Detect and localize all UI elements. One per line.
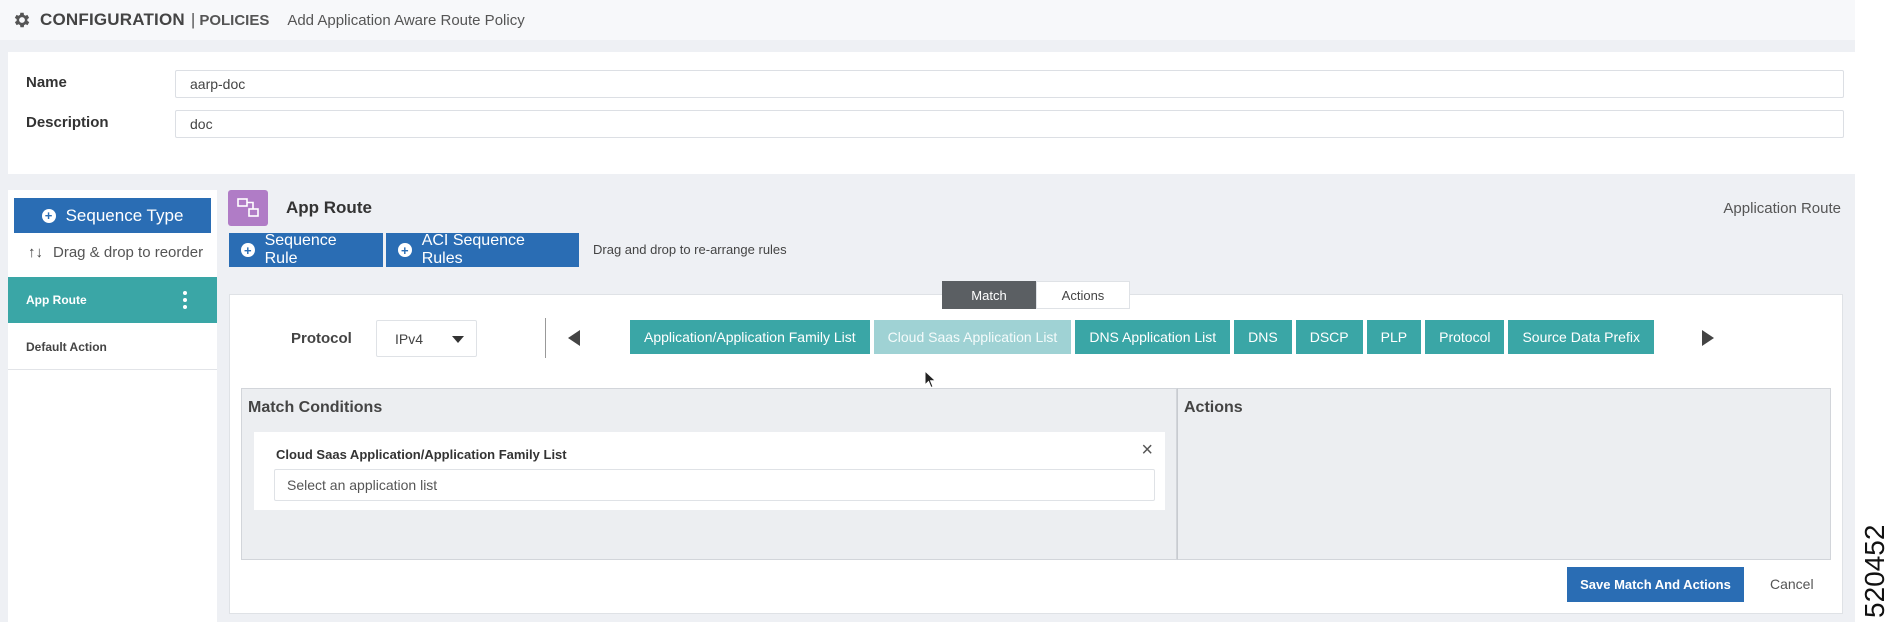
- sequence-rule-label: Sequence Rule: [264, 232, 337, 267]
- name-label: Name: [26, 74, 67, 91]
- sequence-type-button[interactable]: + Sequence Type: [14, 198, 211, 233]
- match-actions-tabs: Match Actions: [942, 281, 1130, 309]
- name-input[interactable]: aarp-doc: [175, 70, 1844, 98]
- chip-source-data-prefix[interactable]: Source Data Prefix: [1508, 320, 1654, 354]
- top-header: CONFIGURATION | POLICIES Add Application…: [0, 0, 1855, 40]
- scroll-right-arrow-icon[interactable]: [1702, 330, 1714, 346]
- chip-cloud-saas-application-list[interactable]: Cloud Saas Application List: [873, 320, 1072, 354]
- application-list-select[interactable]: Select an application list: [274, 469, 1155, 501]
- drag-hint: ↑↓ Drag & drop to reorder: [28, 244, 203, 261]
- tab-match[interactable]: Match: [942, 281, 1036, 309]
- drag-hint-text: Drag & drop to reorder: [53, 244, 204, 261]
- description-label: Description: [26, 114, 109, 131]
- match-conditions-panel: Match Conditions Cloud Saas Application/…: [241, 388, 1177, 560]
- page-title: CONFIGURATION: [40, 10, 185, 29]
- close-icon[interactable]: ×: [1141, 440, 1153, 460]
- sequence-type-label: Sequence Type: [65, 205, 184, 225]
- chip-dns-application-list[interactable]: DNS Application List: [1075, 320, 1231, 354]
- actions-panel: Actions: [1177, 388, 1831, 560]
- gear-icon: [12, 9, 34, 31]
- aci-sequence-rules-button[interactable]: + ACI Sequence Rules: [386, 232, 579, 267]
- sidebar-item-label: Default Action: [26, 339, 107, 354]
- reorder-arrows-icon: ↑↓: [28, 244, 43, 261]
- description-input[interactable]: doc: [175, 110, 1844, 138]
- title-separator: |: [190, 10, 196, 29]
- tab-actions[interactable]: Actions: [1036, 281, 1130, 309]
- sequence-sidebar: + Sequence Type ↑↓ Drag & drop to reorde…: [8, 190, 217, 622]
- plus-circle-icon: +: [398, 243, 412, 257]
- actions-panel-title: Actions: [1184, 399, 1243, 416]
- page-subtitle: Add Application Aware Route Policy: [287, 11, 525, 29]
- sidebar-item-default-action[interactable]: Default Action: [8, 324, 217, 370]
- condition-card: Cloud Saas Application/Application Famil…: [254, 432, 1165, 510]
- sequence-rule-button[interactable]: + Sequence Rule: [229, 232, 383, 267]
- protocol-value: IPv4: [395, 330, 424, 347]
- protocol-label: Protocol: [291, 330, 352, 347]
- app-route-icon: [228, 190, 268, 226]
- chip-plp[interactable]: PLP: [1366, 320, 1422, 354]
- chip-dns[interactable]: DNS: [1234, 320, 1292, 354]
- kebab-menu-icon[interactable]: [183, 291, 187, 309]
- save-match-and-actions-button[interactable]: Save Match And Actions: [1567, 567, 1744, 602]
- chip-protocol[interactable]: Protocol: [1425, 320, 1505, 354]
- plus-circle-icon: +: [41, 208, 56, 223]
- match-condition-chips: Application/Application Family List Clou…: [630, 320, 1658, 354]
- cancel-button[interactable]: Cancel: [1770, 576, 1814, 592]
- figure-number: 520452: [1859, 524, 1890, 618]
- policy-form: Name aarp-doc Description doc: [8, 52, 1855, 174]
- app-route-title: App Route: [286, 198, 372, 217]
- chip-dscp[interactable]: DSCP: [1295, 320, 1363, 354]
- rules-hint: Drag and drop to re-arrange rules: [593, 242, 787, 257]
- caret-down-icon: [452, 336, 464, 343]
- aci-sequence-rules-label: ACI Sequence Rules: [421, 232, 525, 267]
- plus-circle-icon: +: [241, 243, 255, 257]
- condition-title: Cloud Saas Application/Application Famil…: [276, 447, 567, 462]
- match-conditions-title: Match Conditions: [248, 399, 383, 416]
- app-route-header: App Route Application Route: [228, 190, 1855, 230]
- section-name: POLICIES: [199, 11, 270, 29]
- divider: [545, 318, 546, 358]
- mouse-cursor-icon: [924, 370, 937, 389]
- sidebar-item-app-route[interactable]: App Route: [8, 277, 217, 323]
- protocol-select[interactable]: IPv4: [376, 320, 477, 357]
- sidebar-item-label: App Route: [26, 293, 87, 307]
- route-type-label: Application Route: [1723, 200, 1841, 217]
- app-frame: CONFIGURATION | POLICIES Add Application…: [0, 0, 1855, 622]
- scroll-left-arrow-icon[interactable]: [568, 330, 580, 346]
- chip-application-family-list[interactable]: Application/Application Family List: [630, 320, 870, 354]
